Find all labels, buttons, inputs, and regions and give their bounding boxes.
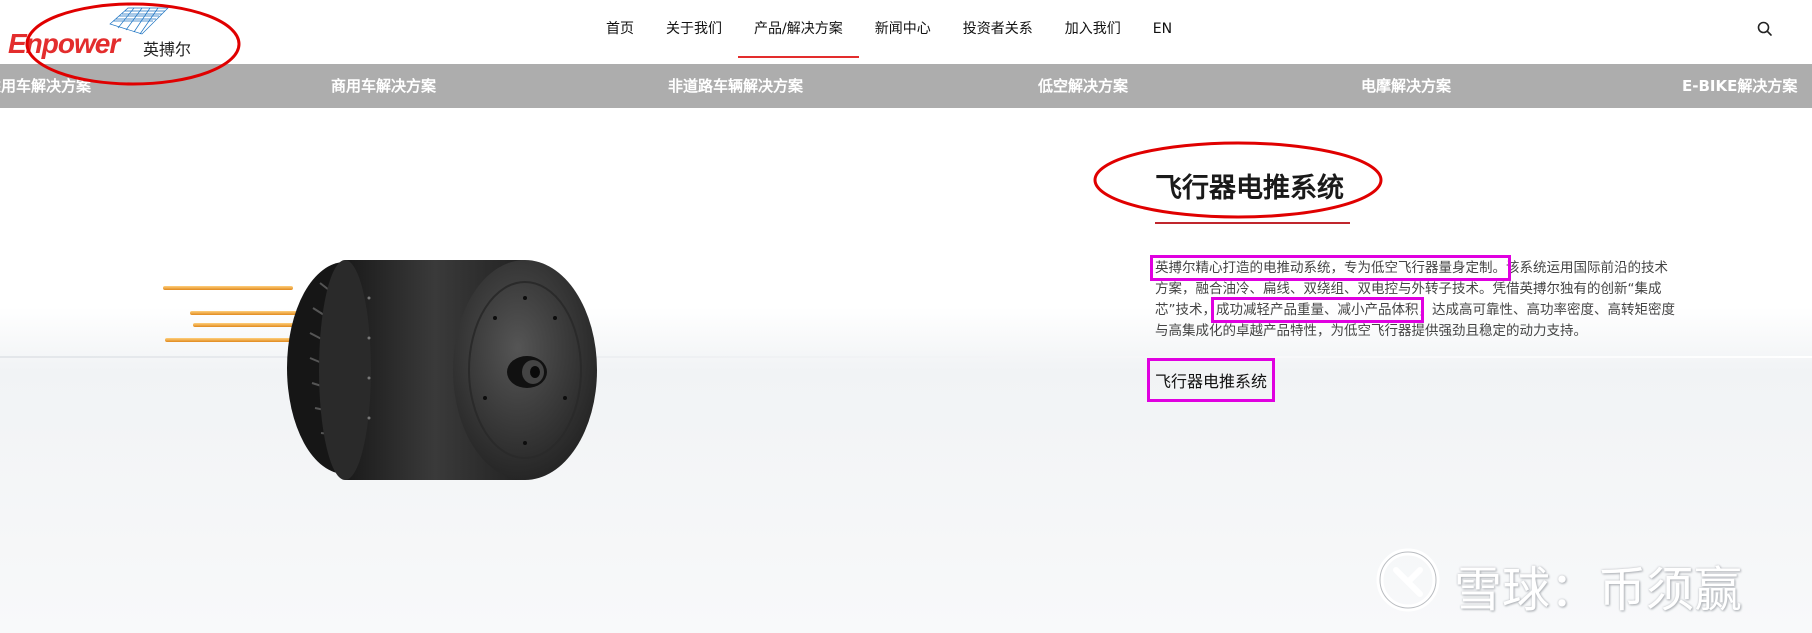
subnav-item-e-bike[interactable]: E-BIKE解决方案 xyxy=(1682,64,1797,108)
subnav-item-offroad[interactable]: 非道路车辆解决方案 xyxy=(668,64,803,108)
brand-name-cn: 英搏尔 xyxy=(143,42,192,59)
subnav-item-passenger[interactable]: 乘用车解决方案 xyxy=(0,64,91,108)
search-button[interactable] xyxy=(1755,19,1775,39)
nav-item-language[interactable]: EN xyxy=(1137,0,1188,58)
desc-highlight-benefit: 成功减轻产品重量、减小产品体积 xyxy=(1211,297,1424,323)
main-nav: 首页 关于我们 产品/解决方案 新闻中心 投资者关系 加入我们 EN xyxy=(590,0,1188,58)
snowball-logo-icon xyxy=(1376,548,1440,612)
product-hero: 飞行器电推系统 英搏尔精心打造的电推动系统，专为低空飞行器量身定制。该系统运用国… xyxy=(0,108,1812,633)
subnav-item-e-motorcycle[interactable]: 电摩解决方案 xyxy=(1361,64,1451,108)
brand-logo[interactable]: Enpower 英搏尔 xyxy=(8,6,228,66)
brand-name-en: Enpower xyxy=(8,28,120,59)
desc-highlight-intro: 英搏尔精心打造的电推动系统，专为低空飞行器量身定制。 xyxy=(1150,255,1511,281)
subnav-item-low-altitude[interactable]: 低空解决方案 xyxy=(1038,64,1128,108)
site-header: Enpower 英搏尔 首页 关于我们 产品/解决方案 新闻中心 投资者关系 加… xyxy=(0,0,1812,64)
product-description: 英搏尔精心打造的电推动系统，专为低空飞行器量身定制。该系统运用国际前沿的技术方案… xyxy=(1150,255,1675,342)
product-link[interactable]: 飞行器电推系统 xyxy=(1146,358,1276,402)
nav-item-about[interactable]: 关于我们 xyxy=(650,0,738,58)
subnav-item-commercial[interactable]: 商用车解决方案 xyxy=(331,64,436,108)
title-underline xyxy=(1155,222,1350,224)
search-icon xyxy=(1757,21,1772,36)
nav-item-careers[interactable]: 加入我们 xyxy=(1049,0,1137,58)
watermark: 雪球：币须赢 xyxy=(1368,540,1768,620)
product-title: 飞行器电推系统 xyxy=(1155,173,1344,204)
motor-product-image xyxy=(163,260,597,480)
nav-item-investors[interactable]: 投资者关系 xyxy=(947,0,1049,58)
solutions-subnav: 乘用车解决方案 商用车解决方案 非道路车辆解决方案 低空解决方案 电摩解决方案 … xyxy=(0,64,1812,108)
nav-item-products[interactable]: 产品/解决方案 xyxy=(738,0,859,58)
nav-item-news[interactable]: 新闻中心 xyxy=(859,0,947,58)
watermark-text: 雪球：币须赢 xyxy=(1454,562,1743,618)
nav-item-home[interactable]: 首页 xyxy=(590,0,650,58)
